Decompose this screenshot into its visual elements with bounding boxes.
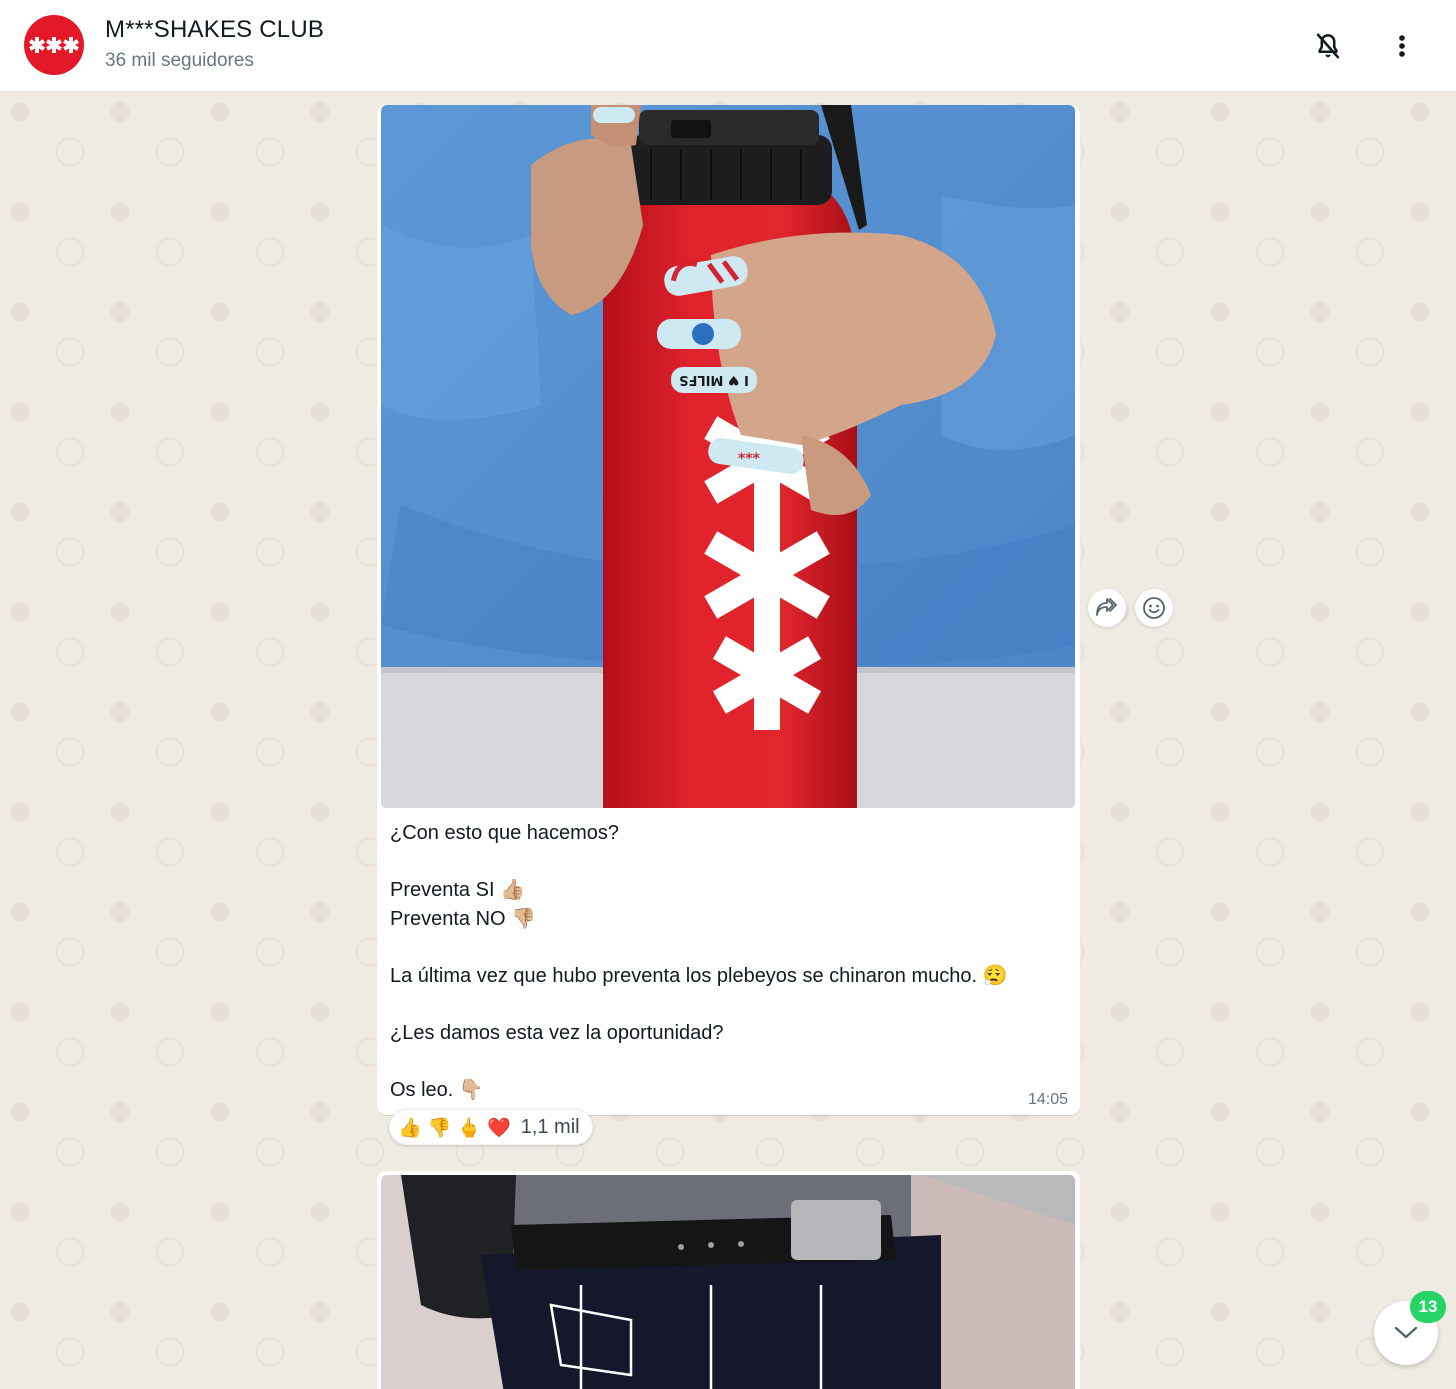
reactions-pill[interactable]: 👍 👎 🖕 ❤️ 1,1 mil xyxy=(389,1109,593,1145)
channel-name[interactable]: M***SHAKES CLUB xyxy=(105,16,324,44)
forward-icon xyxy=(1096,598,1117,616)
mute-bell-icon xyxy=(1316,33,1340,59)
message-bubble[interactable] xyxy=(377,1171,1080,1389)
message-photo[interactable] xyxy=(381,1175,1075,1389)
caption-line: Preventa NO 👎🏼 xyxy=(390,907,537,930)
photo-belt-image xyxy=(381,1175,1075,1389)
svg-text:***: *** xyxy=(738,451,761,467)
message-timestamp: 14:05 xyxy=(1027,1091,1068,1108)
channel-avatar[interactable] xyxy=(24,15,84,75)
reaction-emoji: ❤️ xyxy=(487,1116,511,1139)
message-bubble[interactable]: I ♥ MILFS *** ¿Con esto que hacemos? Pre… xyxy=(377,105,1080,1115)
unread-badge: 13 xyxy=(1410,1291,1446,1323)
caption-line xyxy=(390,848,1060,877)
reaction-emoji: 👎 xyxy=(427,1116,452,1139)
message-photo[interactable]: I ♥ MILFS *** xyxy=(381,105,1075,808)
caption-line: Preventa SI 👍🏼 xyxy=(390,879,525,901)
caption-line: Os leo. 👇🏼 xyxy=(390,1078,484,1101)
message-caption: ¿Con esto que hacemos? Preventa SI 👍🏼 Pr… xyxy=(390,819,1060,1104)
chat-area[interactable]: I ♥ MILFS *** ¿Con esto que hacemos? Pre… xyxy=(0,92,1456,1389)
more-vertical-icon xyxy=(1399,35,1405,57)
chat-header: M***SHAKES CLUB 36 mil seguidores xyxy=(0,0,1456,92)
photo-bottle-image: I ♥ MILFS *** xyxy=(381,105,1075,808)
forward-button[interactable] xyxy=(1088,589,1126,627)
followers-count: 36 mil seguidores xyxy=(105,50,254,71)
react-button[interactable] xyxy=(1135,589,1173,627)
mute-button[interactable] xyxy=(1306,24,1350,68)
caption-line xyxy=(390,990,1060,1019)
reaction-count: 1,1 mil xyxy=(520,1115,580,1138)
reaction-emoji: 🖕 xyxy=(457,1116,482,1139)
caption-line xyxy=(390,1047,1060,1076)
reaction-emoji: 👍 xyxy=(398,1116,422,1139)
channel-logo-icon xyxy=(29,37,79,53)
emoji-reaction-icon xyxy=(1143,597,1165,619)
svg-text:I ♥ MILFS: I ♥ MILFS xyxy=(679,372,749,387)
caption-line xyxy=(390,933,1060,962)
caption-line: ¿Les damos esta vez la oportunidad? xyxy=(390,1021,724,1044)
caption-line: ¿Con esto que hacemos? xyxy=(390,822,620,844)
caption-line: La última vez que hubo preventa los pleb… xyxy=(390,964,1008,987)
menu-button[interactable] xyxy=(1380,24,1424,68)
chevron-down-icon xyxy=(1394,1326,1418,1339)
